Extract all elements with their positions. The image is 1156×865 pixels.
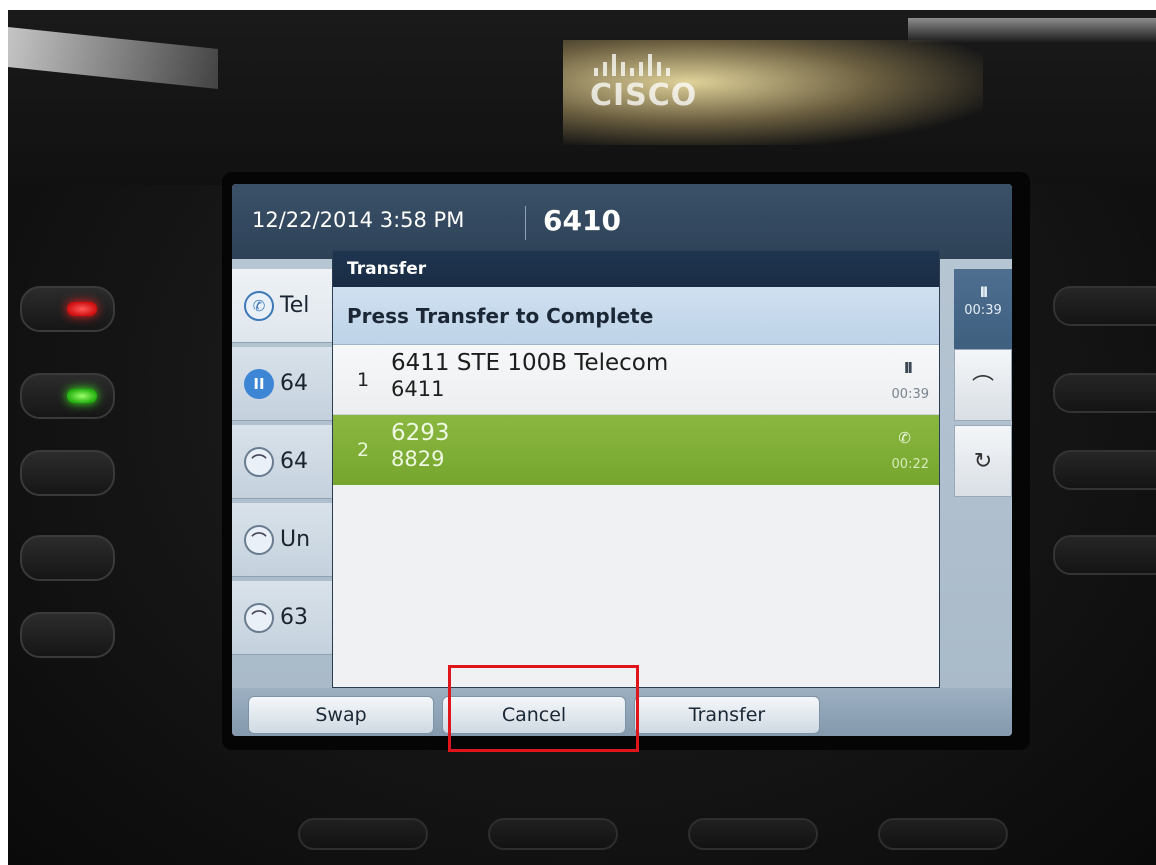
call-secondary-text: 8829 bbox=[391, 447, 445, 471]
dialog-prompt: Press Transfer to Complete bbox=[333, 287, 939, 345]
line-label: 64 bbox=[280, 449, 308, 474]
session-timer: II 00:39 bbox=[954, 269, 1012, 349]
call-timer: 00:22 bbox=[891, 457, 929, 472]
hardware-soft-key-4[interactable] bbox=[878, 818, 1008, 850]
hardware-line-key-3[interactable] bbox=[20, 450, 115, 496]
line-item-3[interactable]: ⌒ 64 bbox=[232, 425, 337, 499]
call-index: 2 bbox=[357, 439, 370, 461]
hardware-soft-key-2[interactable] bbox=[488, 818, 618, 850]
swap-button[interactable]: Swap bbox=[248, 696, 434, 734]
line-label: 63 bbox=[280, 605, 308, 630]
resume-icon: ↻ bbox=[973, 448, 993, 474]
hardware-line-key-2[interactable] bbox=[20, 373, 115, 419]
call-primary-text: 6411 STE 100B Telecom bbox=[391, 350, 669, 376]
line-item-1[interactable]: ✆ Tel bbox=[232, 269, 337, 343]
call-secondary-text: 6411 bbox=[391, 377, 445, 401]
hardware-session-key-3[interactable] bbox=[1053, 450, 1156, 490]
hardware-session-key-2[interactable] bbox=[1053, 373, 1156, 413]
call-primary-text: 6293 bbox=[391, 420, 450, 446]
cancel-highlight-annotation bbox=[448, 665, 639, 752]
call-timer: 00:39 bbox=[891, 387, 929, 402]
active-call-icon: ✆ bbox=[898, 429, 911, 447]
handset-icon: ⌒ bbox=[244, 602, 274, 633]
cisco-logo: CISCO bbox=[590, 50, 697, 113]
hold-icon: II bbox=[979, 285, 988, 301]
call-list-item-2[interactable]: 2 6293 8829 ✆ 00:22 bbox=[333, 415, 939, 485]
hardware-line-key-4[interactable] bbox=[20, 535, 115, 581]
hardware-soft-key-1[interactable] bbox=[298, 818, 428, 850]
phone-ringing-icon: ✆ bbox=[244, 290, 274, 321]
line-label: Un bbox=[280, 527, 311, 552]
line-list: ✆ Tel II 64 ⌒ 64 ⌒ Un ⌒ 63 bbox=[232, 269, 337, 659]
end-call-button[interactable]: ⌒ bbox=[954, 349, 1012, 421]
header-divider bbox=[525, 206, 526, 240]
hardware-soft-key-3[interactable] bbox=[688, 818, 818, 850]
line-item-2[interactable]: II 64 bbox=[232, 347, 337, 421]
session-timer-value: 00:39 bbox=[964, 303, 1002, 318]
hold-icon: II bbox=[244, 368, 274, 399]
line-item-5[interactable]: ⌒ 63 bbox=[232, 581, 337, 655]
cisco-bars-icon bbox=[594, 50, 697, 76]
line-label: Tel bbox=[280, 293, 310, 318]
phone-screen: 12/22/2014 3:58 PM 6410 ✆ Tel II 64 ⌒ 64… bbox=[232, 184, 1012, 736]
date-time-display: 12/22/2014 3:58 PM bbox=[252, 208, 465, 232]
extension-number: 6410 bbox=[543, 204, 621, 237]
green-led-indicator bbox=[67, 389, 97, 403]
call-list-item-1[interactable]: 1 6411 STE 100B Telecom 6411 II 00:39 bbox=[333, 345, 939, 415]
phone-screen-frame: 12/22/2014 3:58 PM 6410 ✆ Tel II 64 ⌒ 64… bbox=[222, 172, 1030, 750]
hold-icon: II bbox=[903, 359, 913, 377]
red-led-indicator bbox=[67, 302, 97, 316]
hardware-line-key-5[interactable] bbox=[20, 612, 115, 658]
hardware-session-key-4[interactable] bbox=[1053, 535, 1156, 575]
status-header: 12/22/2014 3:58 PM 6410 bbox=[232, 184, 1012, 259]
hardware-session-key-1[interactable] bbox=[1053, 286, 1156, 326]
line-label: 64 bbox=[280, 371, 308, 396]
cisco-wordmark: CISCO bbox=[590, 78, 698, 113]
handset-icon: ⌒ bbox=[971, 375, 994, 400]
session-panel: II 00:39 ⌒ ↻ bbox=[954, 269, 1012, 589]
hardware-line-key-1[interactable] bbox=[20, 286, 115, 332]
transfer-button[interactable]: Transfer bbox=[634, 696, 820, 734]
resume-button[interactable]: ↻ bbox=[954, 425, 1012, 497]
dialog-title: Transfer bbox=[333, 251, 939, 287]
line-item-4[interactable]: ⌒ Un bbox=[232, 503, 337, 577]
handset-icon: ⌒ bbox=[244, 524, 274, 555]
call-index: 1 bbox=[357, 369, 370, 391]
light-reflection bbox=[908, 18, 1156, 43]
handset-icon: ⌒ bbox=[244, 446, 274, 477]
transfer-dialog: Transfer Press Transfer to Complete 1 64… bbox=[332, 250, 940, 688]
